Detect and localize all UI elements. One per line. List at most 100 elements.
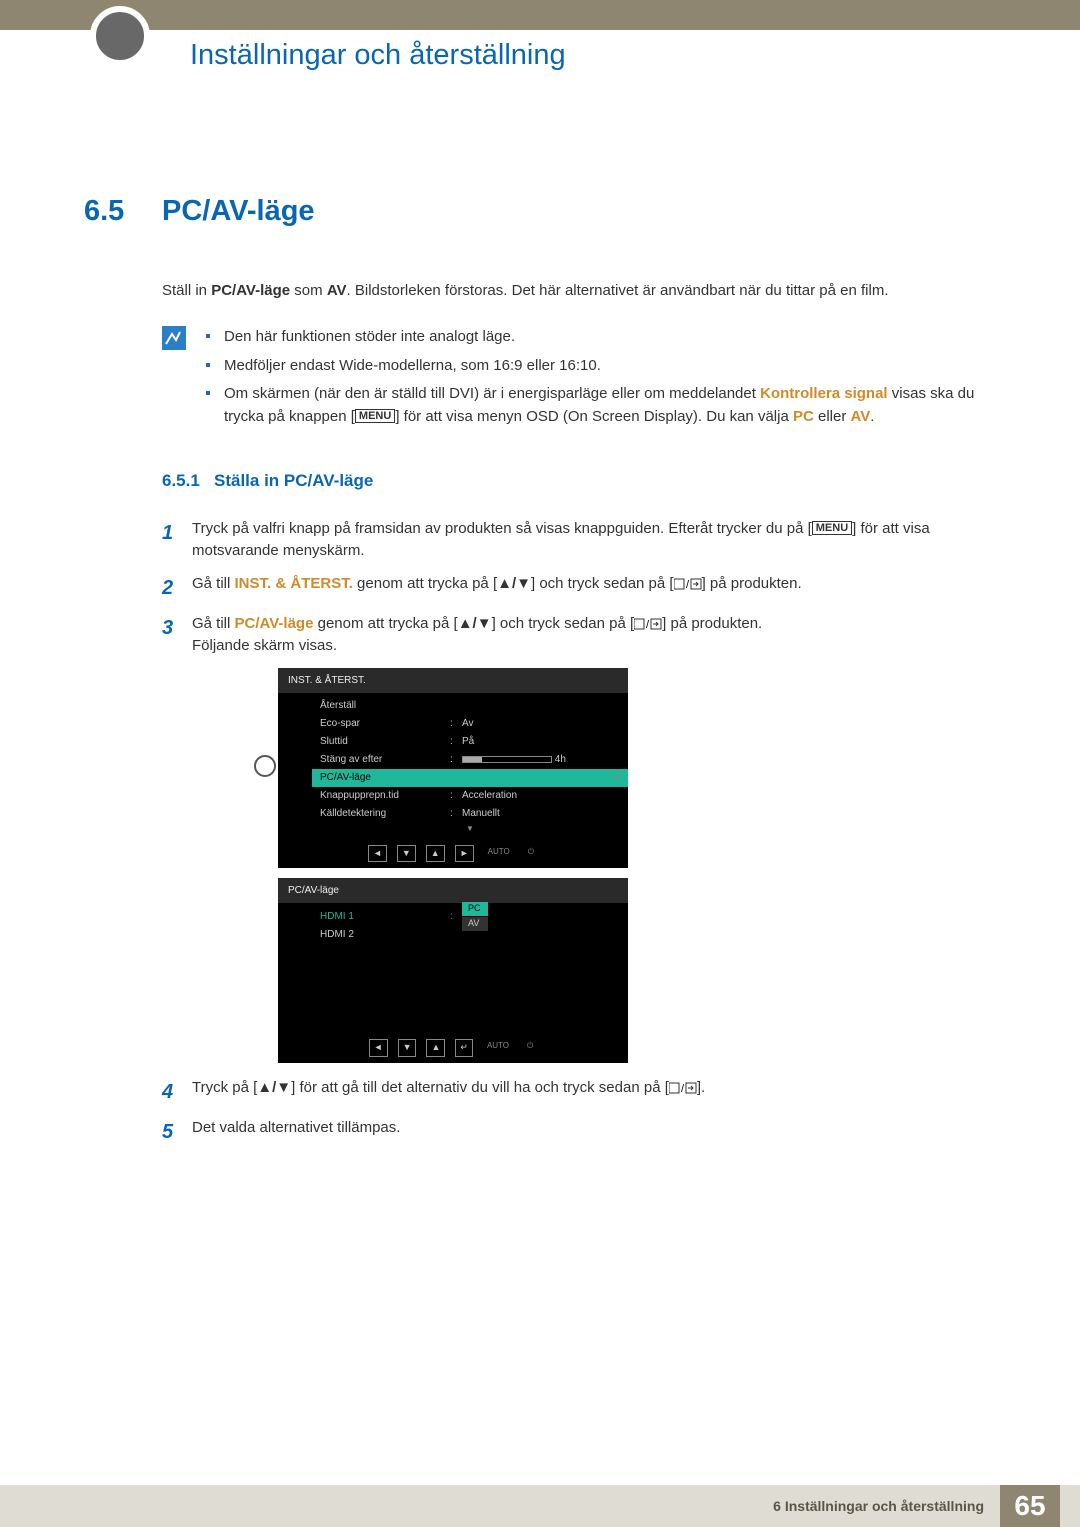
osd-value: Acceleration [462,788,620,803]
osd-row: HDMI 1: PC AV [312,907,628,925]
text: Tryck på valfri knapp på framsidan av pr… [192,520,812,537]
step-item: 1 Tryck på valfri knapp på framsidan av … [162,518,1004,563]
step-body: Tryck på [▲/▼] för att gå till det alter… [192,1077,1004,1107]
text: eller [814,408,851,425]
note-item: Den här funktionen stöder inte analogt l… [200,326,1004,349]
text: genom att trycka på [ [353,575,497,592]
step-number: 5 [162,1117,192,1147]
chevron-down-icon: ▼ [312,823,628,837]
osd-value: På [462,734,620,749]
footer-margin [1060,1485,1080,1527]
text: . Bildstorleken förstoras. Det här alter… [347,282,889,299]
step-number: 4 [162,1077,192,1107]
menu-button-label: MENU [812,521,852,535]
auto-label: AUTO [484,845,514,863]
osd-title: PC/AV-läge [278,878,628,903]
nav-enter-icon: ↵ [455,1039,473,1057]
highlight-text: PC [793,408,814,425]
nav-left-icon: ◄ [368,845,387,863]
highlight-text: PC/AV-läge [235,615,314,632]
menu-button-label: MENU [355,409,395,423]
osd-label: Stäng av efter [320,752,450,767]
osd-value: 4h [555,754,566,765]
steps-list: 1 Tryck på valfri knapp på framsidan av … [162,518,1004,658]
step-item: 4 Tryck på [▲/▼] för att gå till det alt… [162,1077,1004,1107]
subsection-number: 6.5.1 [162,468,214,494]
slider-icon [462,756,552,763]
note-item: Medföljer endast Wide-modellerna, som 16… [200,355,1004,378]
up-down-icon: ▲/▼ [497,575,531,592]
step-body: Det valda alternativet tillämpas. [192,1117,1004,1147]
osd-title: INST. & ÅTERST. [278,668,628,693]
note-item: Om skärmen (när den är ställd till DVI) … [200,383,1004,428]
osd-value: Manuellt [462,806,620,821]
note-icon [162,326,186,350]
auto-label: AUTO [483,1039,513,1057]
step-body: Gå till INST. & ÅTERST. genom att trycka… [192,573,1004,603]
footer-chapter-label: 6 Inställningar och återställning [0,1485,1000,1527]
text: Gå till [192,575,235,592]
osd-screenshots: INST. & ÅTERST. Återställ Eco-spar:Av Sl… [278,668,1004,1063]
highlight-text: AV [851,408,871,425]
page-content: 6.5 PC/AV-läge Ställ in PC/AV-läge som A… [84,190,1004,1157]
step-body: Gå till PC/AV-läge genom att trycka på [… [192,613,1004,658]
text: ] för att visa menyn OSD (On Screen Disp… [395,408,793,425]
subsection-title: Ställa in PC/AV-läge [214,468,373,494]
osd-row: Stäng av efter: 4h [312,751,628,769]
svg-text:/: / [646,619,650,630]
osd-menu-2: PC/AV-läge HDMI 1: PC AV HDMI 2 ◄ ▼ ▲ ↵ … [278,878,628,1063]
section-number: 6.5 [84,190,162,234]
intro-paragraph: Ställ in PC/AV-läge som AV. Bildstorleke… [162,280,1004,303]
text: ] på produkten. [662,615,762,632]
text: Följande skärm visas. [192,637,337,654]
nav-right-icon: ► [455,845,474,863]
osd-row: Eco-spar:Av [312,715,628,733]
subsection-heading: 6.5.1 Ställa in PC/AV-läge [162,468,1004,494]
nav-up-icon: ▲ [426,1039,445,1057]
text: Ställ in [162,282,211,299]
osd-label: Återställ [320,698,450,713]
step-item: 3 Gå till PC/AV-läge genom att trycka på… [162,613,1004,658]
gear-icon [254,755,276,777]
text: . [870,408,874,425]
text: som [290,282,327,299]
osd-label: Knappupprepn.tid [320,788,450,803]
nav-down-icon: ▼ [398,1039,417,1057]
step-item: 2 Gå till INST. & ÅTERST. genom att tryc… [162,573,1004,603]
osd-nav-bar: ◄ ▼ ▲ ↵ AUTO ⏻ [278,1033,628,1061]
osd-value: Av [462,716,620,731]
osd-label: PC/AV-läge [320,770,450,785]
up-down-icon: ▲/▼ [458,615,492,632]
text: ] och tryck sedan på [ [492,615,635,632]
text: Tryck på [ [192,1079,257,1096]
highlight-text: Kontrollera signal [760,385,888,402]
osd-label: HDMI 1 [320,909,450,924]
rect-enter-icon: / [634,618,662,630]
up-down-icon: ▲/▼ [257,1079,291,1096]
step-number: 2 [162,573,192,603]
text: ] för att gå till det alternativ du vill… [291,1079,669,1096]
osd-row: Knappupprepn.tid:Acceleration [312,787,628,805]
page-footer: 6 Inställningar och återställning 65 [0,1485,1080,1527]
step-number: 3 [162,613,192,658]
step-item: 5 Det valda alternativet tillämpas. [162,1117,1004,1147]
steps-list-cont: 4 Tryck på [▲/▼] för att gå till det alt… [162,1077,1004,1147]
option-pill-selected: PC [462,902,488,916]
section-title: PC/AV-läge [162,190,315,234]
note-list: Den här funktionen stöder inte analogt l… [200,326,1004,434]
rect-enter-icon: / [669,1082,697,1094]
osd-label: Källdetektering [320,806,450,821]
osd-value: PC AV [462,901,620,931]
osd-nav-bar: ◄ ▼ ▲ ► AUTO ⏻ [278,839,628,867]
chapter-badge-icon [90,6,150,66]
nav-left-icon: ◄ [369,1039,388,1057]
highlight-text: INST. & ÅTERST. [235,575,353,592]
osd-label: Eco-spar [320,716,450,731]
osd-row: Sluttid:På [312,733,628,751]
text: Gå till [192,615,235,632]
power-icon: ⏻ [524,845,538,863]
chevron-right-icon: ► [614,772,622,784]
step-number: 1 [162,518,192,563]
osd-row-selected: PC/AV-läge ► [312,769,628,787]
power-icon: ⏻ [523,1039,537,1057]
